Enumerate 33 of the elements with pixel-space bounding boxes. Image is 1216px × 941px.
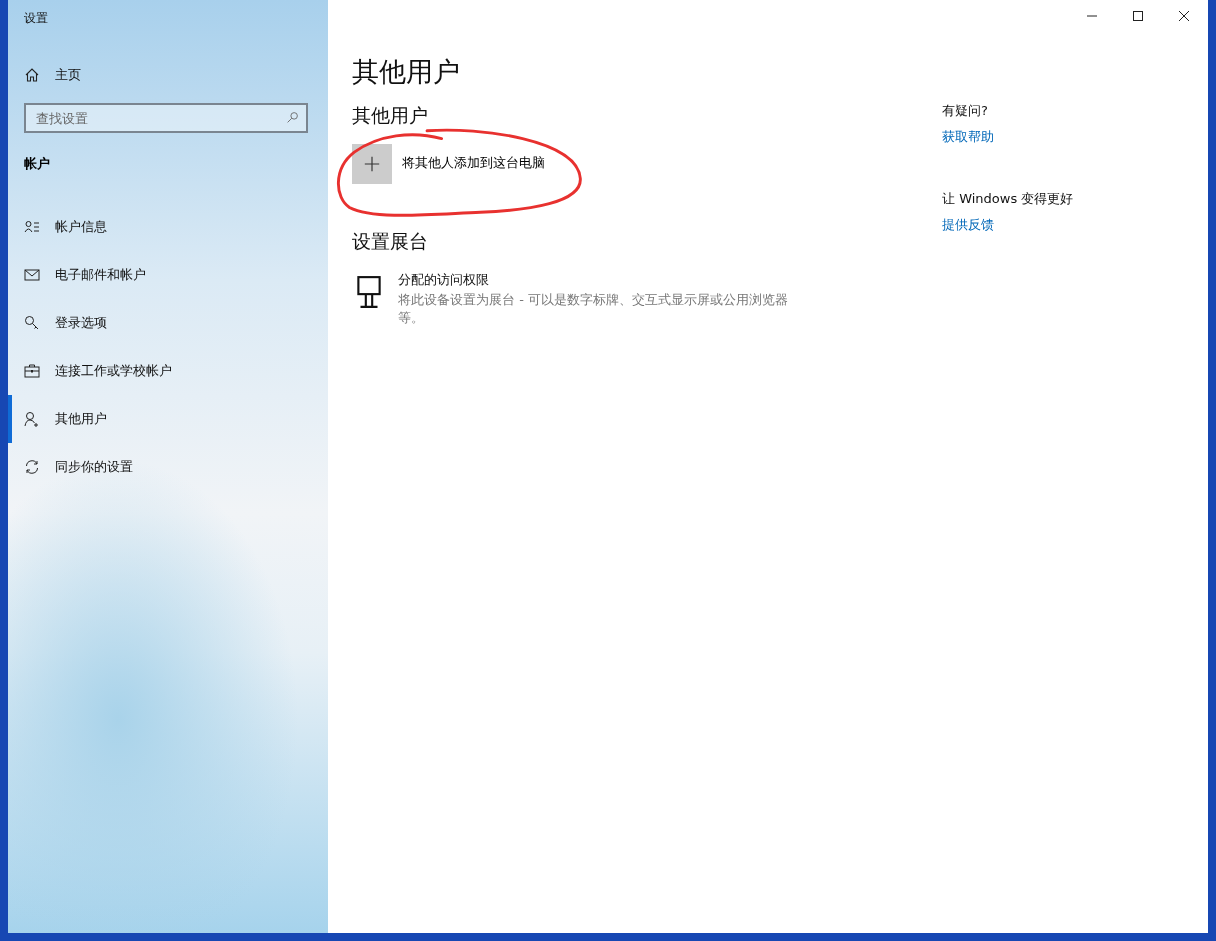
- aside-link[interactable]: 提供反馈: [942, 216, 1074, 234]
- kiosk-title[interactable]: 分配的访问权限: [398, 271, 790, 289]
- sidebar-item[interactable]: 同步你的设置: [8, 443, 328, 491]
- aside-heading: 让 Windows 变得更好: [942, 190, 1074, 208]
- kiosk-description: 将此设备设置为展台 - 可以是数字标牌、交互式显示屏或公用浏览器等。: [398, 291, 789, 327]
- search-icon: [286, 111, 299, 124]
- kiosk-icon: [356, 275, 382, 309]
- briefcase-icon: [24, 363, 40, 379]
- maximize-icon[interactable]: [1132, 10, 1144, 22]
- section-heading: 设置展台: [352, 229, 429, 254]
- sidebar-item[interactable]: 连接工作或学校帐户: [8, 347, 328, 395]
- close-icon[interactable]: [1178, 10, 1190, 22]
- sync-icon: [24, 459, 40, 475]
- sidebar-item[interactable]: 帐户信息: [8, 203, 328, 251]
- sidebar-item[interactable]: 登录选项: [8, 299, 328, 347]
- section-heading: 其他用户: [352, 103, 429, 128]
- add-user-button[interactable]: [352, 144, 392, 184]
- plus-icon: [363, 155, 381, 173]
- mail-icon: [24, 267, 40, 283]
- window-title: 设置: [24, 10, 49, 26]
- home-icon: [24, 67, 40, 83]
- aside-link[interactable]: 获取帮助: [942, 128, 1074, 146]
- person-add-icon: [24, 411, 40, 427]
- home-item[interactable]: 主页: [24, 66, 328, 84]
- sidebar-item[interactable]: 电子邮件和帐户: [8, 251, 328, 299]
- search-field[interactable]: 查找设置: [24, 103, 308, 133]
- page-title: 其他用户: [352, 55, 461, 89]
- person-list-icon: [24, 219, 40, 235]
- section-label: 帐户: [24, 155, 51, 173]
- add-user-label[interactable]: 将其他人添加到这台电脑: [402, 144, 545, 172]
- sidebar-item[interactable]: 其他用户: [8, 395, 328, 443]
- aside-heading: 有疑问?: [942, 102, 989, 120]
- key-icon: [24, 315, 40, 331]
